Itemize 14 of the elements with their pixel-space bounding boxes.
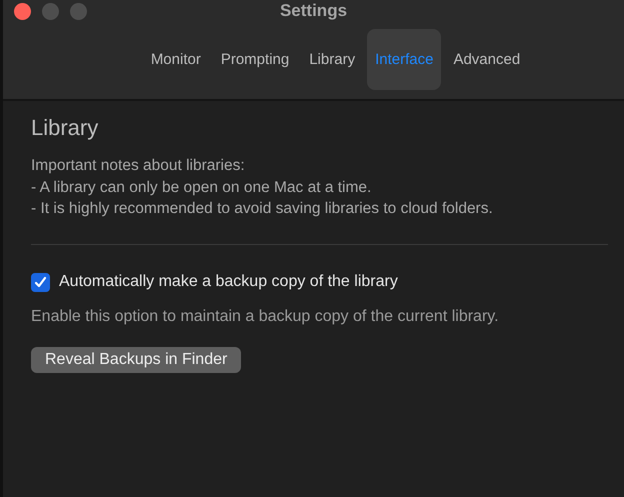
settings-tab[interactable]: Advanced <box>445 29 528 90</box>
note-text: - A library can only be open on one Mac at a time. <box>31 178 372 198</box>
note-text: Important notes about libraries: <box>31 156 246 176</box>
reveal-backups-button[interactable]: Reveal Backups in Finder <box>31 346 242 372</box>
option-description: Enable this option to maintain a backup copy of the current library. <box>31 308 500 326</box>
note-text: - It is highly recommended to avoid saving libraries to cloud folders. <box>31 199 494 219</box>
window-title: Settings <box>280 1 348 20</box>
settings-tab[interactable]: Monitor <box>142 29 209 90</box>
close-button[interactable] <box>14 2 31 20</box>
backup-checkbox[interactable] <box>31 272 50 292</box>
settings-tab[interactable]: Prompting <box>212 29 298 90</box>
section-heading: Library <box>31 115 100 141</box>
checkbox-label: Automatically make a backup copy of the library <box>59 273 398 291</box>
settings-tab[interactable]: Library <box>301 29 364 90</box>
